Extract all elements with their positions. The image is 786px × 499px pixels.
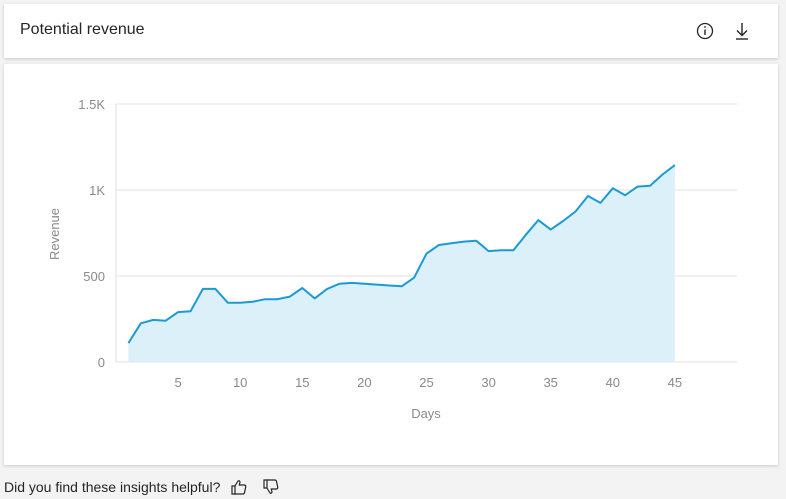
y-axis-ticks: 0 500 1K 1.5K (78, 97, 105, 370)
y-axis-title: Revenue (47, 208, 62, 260)
x-tick-label: 15 (295, 375, 309, 390)
y-tick-label: 1.5K (78, 97, 105, 112)
card-title: Potential revenue (20, 21, 145, 38)
x-axis-ticks: 5 10 15 20 25 30 35 40 45 (174, 375, 682, 390)
info-icon[interactable] (694, 20, 716, 42)
x-tick-label: 10 (233, 375, 247, 390)
header-card: Potential revenue (4, 4, 778, 58)
feedback-question: Did you find these insights helpful? (4, 479, 221, 495)
x-tick-label: 40 (606, 375, 620, 390)
thumbs-down-icon[interactable] (262, 478, 280, 496)
chart-card: 0 500 1K 1.5K 5 10 15 20 25 30 35 40 45 Days Revenu… (4, 64, 778, 465)
thumbs-up-icon[interactable] (230, 478, 248, 496)
x-tick-label: 30 (481, 375, 495, 390)
y-tick-label: 1K (89, 183, 105, 198)
x-tick-label: 20 (357, 375, 371, 390)
y-tick-label: 0 (98, 355, 105, 370)
download-icon[interactable] (731, 20, 753, 42)
x-tick-label: 5 (174, 375, 181, 390)
x-tick-label: 45 (668, 375, 682, 390)
y-tick-label: 500 (83, 269, 105, 284)
feedback-bar: Did you find these insights helpful? (4, 478, 280, 496)
x-axis-title: Days (411, 406, 441, 421)
x-tick-label: 35 (543, 375, 557, 390)
revenue-area (128, 165, 675, 362)
revenue-chart: 0 500 1K 1.5K 5 10 15 20 25 30 35 40 45 Days Revenu… (47, 97, 737, 421)
x-tick-label: 25 (419, 375, 433, 390)
